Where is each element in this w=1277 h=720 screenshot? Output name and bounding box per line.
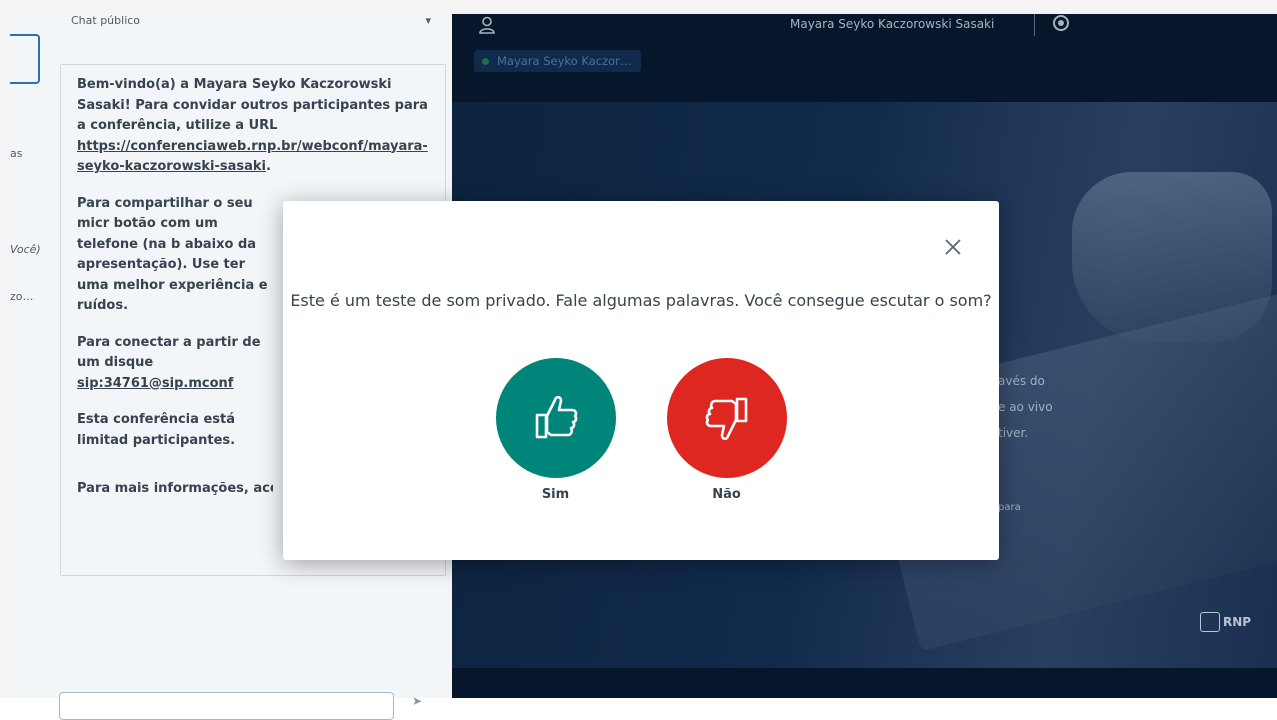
echo-test-question: Este é um teste de som privado. Fale alg… <box>290 291 992 310</box>
yes-button[interactable]: Sim <box>495 358 616 502</box>
no-label: Não <box>712 487 741 502</box>
yes-circle[interactable] <box>495 358 616 478</box>
no-button[interactable]: Não <box>666 358 787 502</box>
thumbs-down-icon <box>705 397 747 441</box>
close-icon[interactable] <box>941 235 965 259</box>
thumbs-up-icon <box>535 395 577 439</box>
yes-label: Sim <box>541 487 570 502</box>
no-circle[interactable] <box>666 358 787 478</box>
echo-test-modal: Este é um teste de som privado. Fale alg… <box>283 201 999 560</box>
